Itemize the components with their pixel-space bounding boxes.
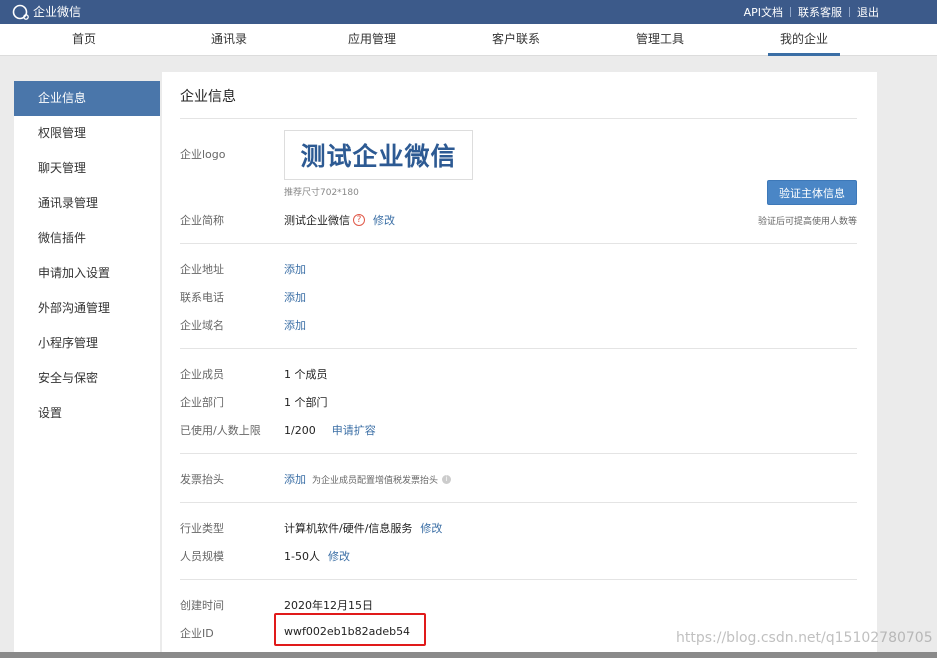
wecom-logo-icon <box>12 4 29 20</box>
logo-label: 企业logo <box>180 148 226 161</box>
api-docs-link[interactable]: API文档 <box>744 4 783 20</box>
sidebar: 企业信息 权限管理 聊天管理 通讯录管理 微信插件 申请加入设置 外部沟通管理 … <box>14 81 160 658</box>
add-address-link[interactable]: 添加 <box>284 261 306 277</box>
verify-hint: 验证后可提高使用人数等 <box>757 217 857 227</box>
divider <box>180 579 857 580</box>
logout-link[interactable]: 退出 <box>857 4 879 20</box>
domain-row: 添加 <box>284 317 306 333</box>
address-row: 添加 <box>284 261 306 277</box>
scale-label: 人员规模 <box>180 550 224 563</box>
phone-row: 添加 <box>284 289 306 305</box>
edit-scale-link[interactable]: 修改 <box>328 548 350 564</box>
sidebar-item-external-communication[interactable]: 外部沟通管理 <box>14 291 160 326</box>
add-phone-link[interactable]: 添加 <box>284 289 306 305</box>
industry-label: 行业类型 <box>180 522 224 535</box>
enterprise-logo[interactable]: 测试企业微信 <box>284 130 473 180</box>
divider <box>180 502 857 503</box>
phone-label: 联系电话 <box>180 291 224 304</box>
contact-support-link[interactable]: 联系客服 <box>798 4 842 20</box>
divider <box>180 243 857 244</box>
divider <box>849 7 850 17</box>
page-title: 企业信息 <box>180 89 236 105</box>
add-invoice-link[interactable]: 添加 <box>284 471 306 487</box>
invoice-row: 添加 为企业成员配置增值税发票抬头 i <box>284 471 452 487</box>
members-label: 企业成员 <box>180 368 224 381</box>
watermark: https://blog.csdn.net/q15102780705 <box>676 630 933 646</box>
main-nav: 首页 通讯录 应用管理 客户联系 管理工具 我的企业 <box>0 24 937 56</box>
short-name-row: 测试企业微信 ? 修改 <box>284 212 395 228</box>
bottom-strip <box>0 652 937 658</box>
top-links: API文档 联系客服 退出 <box>744 4 879 20</box>
logo-size-hint: 推荐尺寸702*180 <box>284 188 359 198</box>
address-label: 企业地址 <box>180 263 224 276</box>
edit-industry-link[interactable]: 修改 <box>420 520 442 536</box>
logo-text: 测试企业微信 <box>300 142 457 171</box>
usage-value: 1/200 <box>284 423 316 437</box>
nav-home[interactable]: 首页 <box>72 24 96 56</box>
nav-management-tools[interactable]: 管理工具 <box>636 24 684 56</box>
usage-label: 已使用/人数上限 <box>180 424 261 437</box>
top-bar: 企业微信 API文档 联系客服 退出 <box>0 0 937 24</box>
nav-my-enterprise[interactable]: 我的企业 <box>767 24 841 56</box>
industry-value: 计算机软件/硬件/信息服务 <box>284 522 413 535</box>
scale-row: 1-50人 修改 <box>284 548 350 564</box>
sidebar-item-join-settings[interactable]: 申请加入设置 <box>14 256 160 291</box>
domain-label: 企业域名 <box>180 319 224 332</box>
nav-customer-contact[interactable]: 客户联系 <box>492 24 540 56</box>
divider <box>180 118 857 119</box>
divider <box>180 453 857 454</box>
usage-row: 1/200 申请扩容 <box>284 422 376 438</box>
help-icon[interactable]: ? <box>353 214 365 226</box>
departments-label: 企业部门 <box>180 396 224 409</box>
sidebar-item-chat-management[interactable]: 聊天管理 <box>14 151 160 186</box>
sidebar-item-permissions[interactable]: 权限管理 <box>14 116 160 151</box>
divider <box>180 348 857 349</box>
members-value: 1 个成员 <box>284 368 328 381</box>
apply-expansion-link[interactable]: 申请扩容 <box>332 422 376 438</box>
sidebar-item-contacts-management[interactable]: 通讯录管理 <box>14 186 160 221</box>
short-name-label: 企业简称 <box>180 214 224 227</box>
sidebar-item-wechat-plugin[interactable]: 微信插件 <box>14 221 160 256</box>
divider <box>790 7 791 17</box>
brand[interactable]: 企业微信 <box>12 3 81 20</box>
edit-short-name-link[interactable]: 修改 <box>373 212 395 228</box>
invoice-hint: 为企业成员配置增值税发票抬头 <box>312 475 439 486</box>
add-domain-link[interactable]: 添加 <box>284 317 306 333</box>
corp-id-label: 企业ID <box>180 627 214 640</box>
created-value: 2020年12月15日 <box>284 599 373 612</box>
sidebar-item-security[interactable]: 安全与保密 <box>14 361 160 396</box>
sidebar-item-enterprise-info[interactable]: 企业信息 <box>14 81 160 116</box>
verify-entity-button[interactable]: 验证主体信息 <box>767 180 857 205</box>
departments-value: 1 个部门 <box>284 396 328 409</box>
sidebar-item-settings[interactable]: 设置 <box>14 396 160 431</box>
nav-app-management[interactable]: 应用管理 <box>348 24 396 56</box>
info-icon[interactable]: i <box>442 474 452 484</box>
industry-row: 计算机软件/硬件/信息服务 修改 <box>284 520 442 536</box>
invoice-label: 发票抬头 <box>180 473 224 486</box>
sidebar-item-mini-program[interactable]: 小程序管理 <box>14 326 160 361</box>
scale-value: 1-50人 <box>284 550 320 563</box>
nav-contacts[interactable]: 通讯录 <box>211 24 247 56</box>
enterprise-info-panel: 企业信息 企业logo 测试企业微信 推荐尺寸702*180 验证主体信息 验证… <box>162 72 877 658</box>
created-label: 创建时间 <box>180 599 224 612</box>
brand-name: 企业微信 <box>33 5 82 19</box>
short-name-value: 测试企业微信 <box>284 214 350 227</box>
corp-id-highlight <box>274 613 426 646</box>
